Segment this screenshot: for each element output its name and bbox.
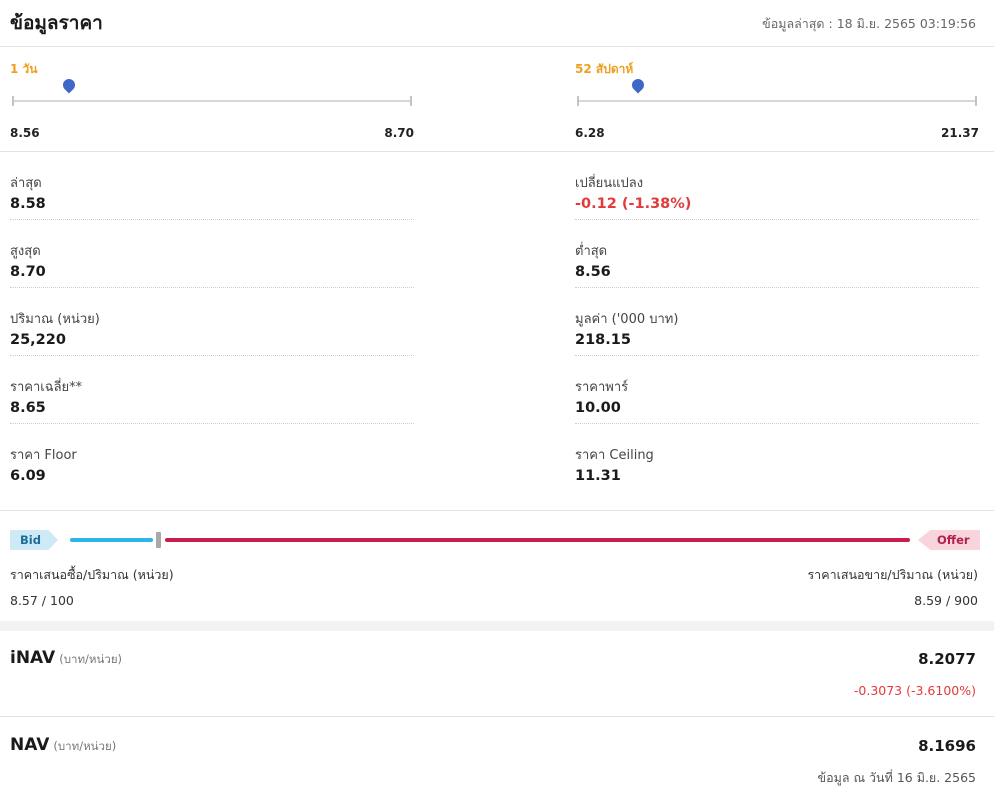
day-current-marker-icon — [60, 76, 78, 94]
stat-average: ราคาเฉลี่ย** 8.65 — [10, 356, 414, 424]
stat-high: สูงสุด 8.70 — [10, 220, 414, 288]
stat-label: เปลี่ยนแปลง — [575, 176, 644, 191]
stat-volume: ปริมาณ (หน่วย) 25,220 — [10, 288, 414, 356]
offer-value: 8.59 / 900 — [914, 593, 978, 608]
bid-tag-label: Bid — [20, 533, 41, 547]
bid-label: ราคาเสนอซื้อ/ปริมาณ (หน่วย) — [10, 567, 174, 582]
day-range-high: 8.70 — [384, 126, 414, 140]
bid-offer-section: Bid Offer ราคาเสนอซื้อ/ปริมาณ (หน่วย) รา… — [0, 511, 994, 621]
offer-tag: Offer — [918, 530, 980, 550]
week52-range-track — [577, 76, 977, 106]
stat-value: -0.12 (-1.38%) — [575, 196, 692, 212]
track-end-tick — [410, 96, 412, 106]
stat-low: ต่ำสุด 8.56 — [575, 220, 979, 288]
track-start-tick — [577, 96, 579, 106]
inav-unit: (บาท/หน่วย) — [59, 652, 123, 666]
inav-title-text: iNAV — [10, 648, 56, 668]
stat-change: เปลี่ยนแปลง -0.12 (-1.38%) — [575, 152, 979, 220]
section-separator — [0, 621, 994, 631]
nav-row: NAV (บาท/หน่วย) 8.1696 ข้อมูล ณ วันที่ 16… — [0, 718, 994, 792]
stat-value: 25,220 — [10, 332, 66, 348]
stat-last: ล่าสุด 8.58 — [10, 152, 414, 220]
stat-value: 8.65 — [10, 400, 46, 416]
stat-floor: ราคา Floor 6.09 — [10, 424, 414, 492]
day-range-label: 1 วัน — [10, 62, 38, 76]
offer-label: ราคาเสนอขาย/ปริมาณ (หน่วย) — [807, 567, 978, 582]
stat-label: ราคาเฉลี่ย** — [10, 380, 83, 395]
day-range-track — [12, 76, 412, 106]
week52-current-marker-icon — [629, 76, 647, 94]
stat-value: 8.58 — [10, 196, 46, 212]
stat-label: มูลค่า ('000 บาท) — [575, 312, 679, 327]
stat-label: ปริมาณ (หน่วย) — [10, 312, 100, 327]
stat-label: ล่าสุด — [10, 176, 42, 191]
day-range-low: 8.56 — [10, 126, 40, 140]
stat-label: ราคา Ceiling — [575, 448, 654, 463]
nav-title: NAV (บาท/หน่วย) — [10, 735, 116, 756]
inav-row: iNAV (บาท/หน่วย) 8.2077 -0.3073 (-3.6100%… — [0, 631, 994, 717]
day-range: 1 วัน 8.56 8.70 — [10, 48, 414, 152]
bid-value: 8.57 / 100 — [10, 593, 74, 608]
price-range-section: 1 วัน 8.56 8.70 52 สัปดาห์ 6.28 21.37 — [0, 48, 994, 152]
track-start-tick — [12, 96, 14, 106]
page-title: ข้อมูลราคา — [10, 12, 103, 34]
week52-range-high: 21.37 — [941, 126, 979, 140]
bid-volume-bar — [70, 538, 153, 542]
stat-value: 10.00 — [575, 400, 621, 416]
offer-volume-bar — [165, 538, 910, 542]
stat-value: 6.09 — [10, 468, 46, 484]
stat-label: ราคาพาร์ — [575, 380, 629, 395]
offer-tag-label: Offer — [937, 533, 970, 547]
nav-title-text: NAV — [10, 735, 50, 755]
nav-date: ข้อมูล ณ วันที่ 16 มิ.ย. 2565 — [817, 770, 976, 785]
stat-par: ราคาพาร์ 10.00 — [575, 356, 979, 424]
nav-unit: (บาท/หน่วย) — [53, 739, 117, 753]
stat-value: 11.31 — [575, 468, 621, 484]
inav-title: iNAV (บาท/หน่วย) — [10, 648, 122, 669]
stat-label: ต่ำสุด — [575, 244, 608, 259]
nav-value: 8.1696 — [918, 737, 976, 755]
bid-tag: Bid — [10, 530, 58, 550]
stat-value: 8.56 — [575, 264, 611, 280]
week52-range-low: 6.28 — [575, 126, 605, 140]
inav-value: 8.2077 — [918, 650, 976, 668]
week52-range: 52 สัปดาห์ 6.28 21.37 — [575, 48, 979, 152]
stat-ceiling: ราคา Ceiling 11.31 — [575, 424, 979, 492]
track-end-tick — [975, 96, 977, 106]
stat-value: 8.70 — [10, 264, 46, 280]
stat-label: ราคา Floor — [10, 448, 77, 463]
inav-change: -0.3073 (-3.6100%) — [853, 683, 976, 698]
last-updated: ข้อมูลล่าสุด : 18 มิ.ย. 2565 03:19:56 — [762, 16, 976, 31]
bid-offer-divider — [156, 532, 161, 548]
header: ข้อมูลราคา ข้อมูลล่าสุด : 18 มิ.ย. 2565 … — [0, 0, 994, 47]
stat-value: 218.15 — [575, 332, 631, 348]
week52-range-label: 52 สัปดาห์ — [575, 62, 634, 76]
stat-turnover: มูลค่า ('000 บาท) 218.15 — [575, 288, 979, 356]
stat-label: สูงสุด — [10, 244, 41, 259]
